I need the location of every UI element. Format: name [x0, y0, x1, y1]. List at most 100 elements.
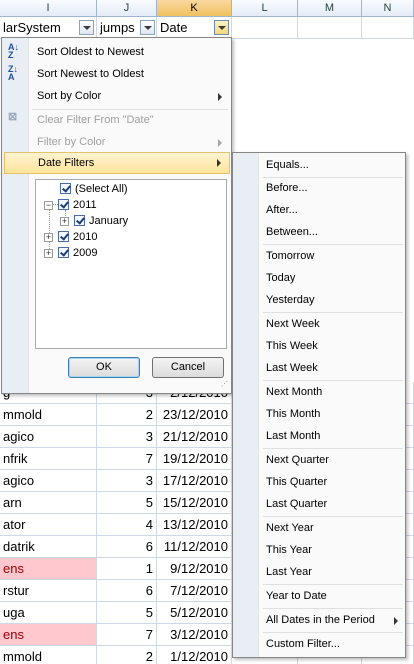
cell-jumps[interactable]: 3 — [97, 426, 157, 448]
cell-solarsystem[interactable]: arn — [0, 492, 97, 514]
cell-solarsystem[interactable]: uga — [0, 602, 97, 624]
sort-by-color-item[interactable]: Sort by Color — [4, 85, 230, 107]
last-month-item[interactable]: Last Month — [266, 425, 404, 447]
tree-collapse-icon[interactable]: − — [44, 201, 53, 210]
year-to-date-item[interactable]: Year to Date — [266, 585, 404, 607]
this-week-item[interactable]: This Week — [266, 335, 404, 357]
tree-expand-icon[interactable]: + — [44, 249, 53, 258]
date-filters-item[interactable]: Date Filters — [4, 152, 230, 174]
cell-date[interactable]: 3/12/2010 — [157, 624, 232, 646]
cell-date[interactable]: 5/12/2010 — [157, 602, 232, 624]
filter-values-tree[interactable]: (Select All) − 2011 + January + 2010 + 2 — [35, 179, 227, 349]
column-header-m[interactable]: M — [298, 0, 362, 17]
column-header-k[interactable]: K — [157, 0, 232, 17]
header-cell-n[interactable] — [362, 17, 414, 39]
cell-solarsystem[interactable]: rstur — [0, 580, 97, 602]
cell-jumps[interactable]: 7 — [97, 448, 157, 470]
cell-solarsystem[interactable]: ens — [0, 558, 97, 580]
cell-solarsystem[interactable]: datrik — [0, 536, 97, 558]
cell-jumps[interactable]: 1 — [97, 558, 157, 580]
sort-newest-to-oldest-item[interactable]: Sort Newest to Oldest — [4, 63, 230, 85]
cancel-button[interactable]: Cancel — [152, 357, 224, 378]
last-year-item[interactable]: Last Year — [266, 561, 404, 583]
cell-jumps[interactable]: 3 — [97, 470, 157, 492]
today-item[interactable]: Today — [266, 267, 404, 289]
cell-jumps[interactable]: 2 — [97, 404, 157, 426]
next-week-item[interactable]: Next Week — [266, 313, 404, 335]
sort-oldest-to-newest-item[interactable]: Sort Oldest to Newest — [4, 41, 230, 63]
header-cell-date[interactable]: Date — [157, 17, 232, 39]
column-header-l[interactable]: L — [232, 0, 298, 17]
checkbox-icon[interactable] — [74, 215, 85, 226]
last-quarter-item[interactable]: Last Quarter — [266, 493, 404, 515]
checkbox-icon[interactable] — [58, 247, 69, 258]
ok-button[interactable]: OK — [68, 357, 140, 378]
filter-dropdown-solarsystem[interactable] — [79, 20, 94, 35]
resize-grip-icon[interactable]: ⋰ — [221, 381, 229, 391]
cell-solarsystem[interactable]: ator — [0, 514, 97, 536]
cell-date[interactable]: 1/12/2010 — [157, 646, 232, 664]
cell-jumps[interactable]: 6 — [97, 536, 157, 558]
checkbox-icon[interactable] — [60, 183, 71, 194]
year-2009-label: 2009 — [73, 247, 98, 259]
cell-solarsystem[interactable]: nfrik — [0, 448, 97, 470]
cell-solarsystem[interactable]: agico — [0, 426, 97, 448]
cell-date[interactable]: 17/12/2010 — [157, 470, 232, 492]
header-cell-solarsystem[interactable]: larSystem — [0, 17, 97, 39]
header-cell-m[interactable] — [298, 17, 362, 39]
all-dates-in-period-item[interactable]: All Dates in the Period — [266, 609, 404, 631]
custom-filter-item[interactable]: Custom Filter... — [266, 633, 404, 655]
cell-date[interactable]: 9/12/2010 — [157, 558, 232, 580]
equals-item[interactable]: Equals... — [266, 154, 404, 176]
header-cell-l[interactable] — [232, 17, 298, 39]
submenu-arrow-icon — [394, 617, 398, 625]
this-quarter-item[interactable]: This Quarter — [266, 471, 404, 493]
cell-date[interactable]: 23/12/2010 — [157, 404, 232, 426]
cell-date[interactable]: 13/12/2010 — [157, 514, 232, 536]
tree-node-2009[interactable]: + 2009 — [44, 245, 164, 261]
column-header-n[interactable]: N — [362, 0, 414, 17]
cell-date[interactable]: 7/12/2010 — [157, 580, 232, 602]
yesterday-item[interactable]: Yesterday — [266, 289, 404, 311]
this-month-item[interactable]: This Month — [266, 403, 404, 425]
cell-solarsystem[interactable]: mmold — [0, 646, 97, 664]
filter-dropdown-date[interactable] — [214, 20, 229, 35]
tomorrow-item[interactable]: Tomorrow — [266, 245, 404, 267]
tree-node-2010[interactable]: + 2010 — [44, 229, 164, 245]
checkbox-icon[interactable] — [58, 231, 69, 242]
cell-jumps[interactable]: 6 — [97, 580, 157, 602]
before-item[interactable]: Before... — [266, 177, 404, 199]
cell-jumps[interactable]: 4 — [97, 514, 157, 536]
cell-solarsystem[interactable]: mmold — [0, 404, 97, 426]
cell-date[interactable]: 19/12/2010 — [157, 448, 232, 470]
column-header-j[interactable]: J — [97, 0, 157, 17]
cell-jumps[interactable]: 5 — [97, 602, 157, 624]
cell-jumps[interactable]: 2 — [97, 646, 157, 664]
cell-solarsystem[interactable]: ens — [0, 624, 97, 646]
tree-node-january[interactable]: + January — [60, 213, 180, 229]
filter-dropdown-jumps[interactable] — [140, 20, 155, 35]
this-year-item[interactable]: This Year — [266, 539, 404, 561]
last-week-item[interactable]: Last Week — [266, 357, 404, 379]
header-cell-jumps[interactable]: jumps — [97, 17, 157, 39]
cell-date[interactable]: 15/12/2010 — [157, 492, 232, 514]
column-header-i[interactable]: I — [0, 0, 97, 17]
year-2011-label: 2011 — [73, 199, 97, 211]
after-item[interactable]: After... — [266, 199, 404, 221]
tree-expand-icon[interactable]: + — [60, 217, 69, 226]
cell-jumps[interactable]: 7 — [97, 624, 157, 646]
next-quarter-item[interactable]: Next Quarter — [266, 449, 404, 471]
cell-date[interactable]: 11/12/2010 — [157, 536, 232, 558]
next-year-item[interactable]: Next Year — [266, 517, 404, 539]
between-item[interactable]: Between... — [266, 221, 404, 243]
cell-jumps[interactable]: 5 — [97, 492, 157, 514]
cell-solarsystem[interactable]: agico — [0, 470, 97, 492]
tree-node-2011[interactable]: − 2011 — [44, 197, 164, 213]
checkbox-icon[interactable] — [58, 199, 69, 210]
cell-date[interactable]: 21/12/2010 — [157, 426, 232, 448]
next-month-item[interactable]: Next Month — [266, 381, 404, 403]
spreadsheet: I J K L M N larSystem jumps Date g32/12/… — [0, 0, 414, 664]
tree-expand-icon[interactable]: + — [44, 233, 53, 242]
clear-filter-item[interactable]: Clear Filter From "Date" — [4, 109, 230, 131]
filter-by-color-item[interactable]: Filter by Color — [4, 131, 230, 153]
